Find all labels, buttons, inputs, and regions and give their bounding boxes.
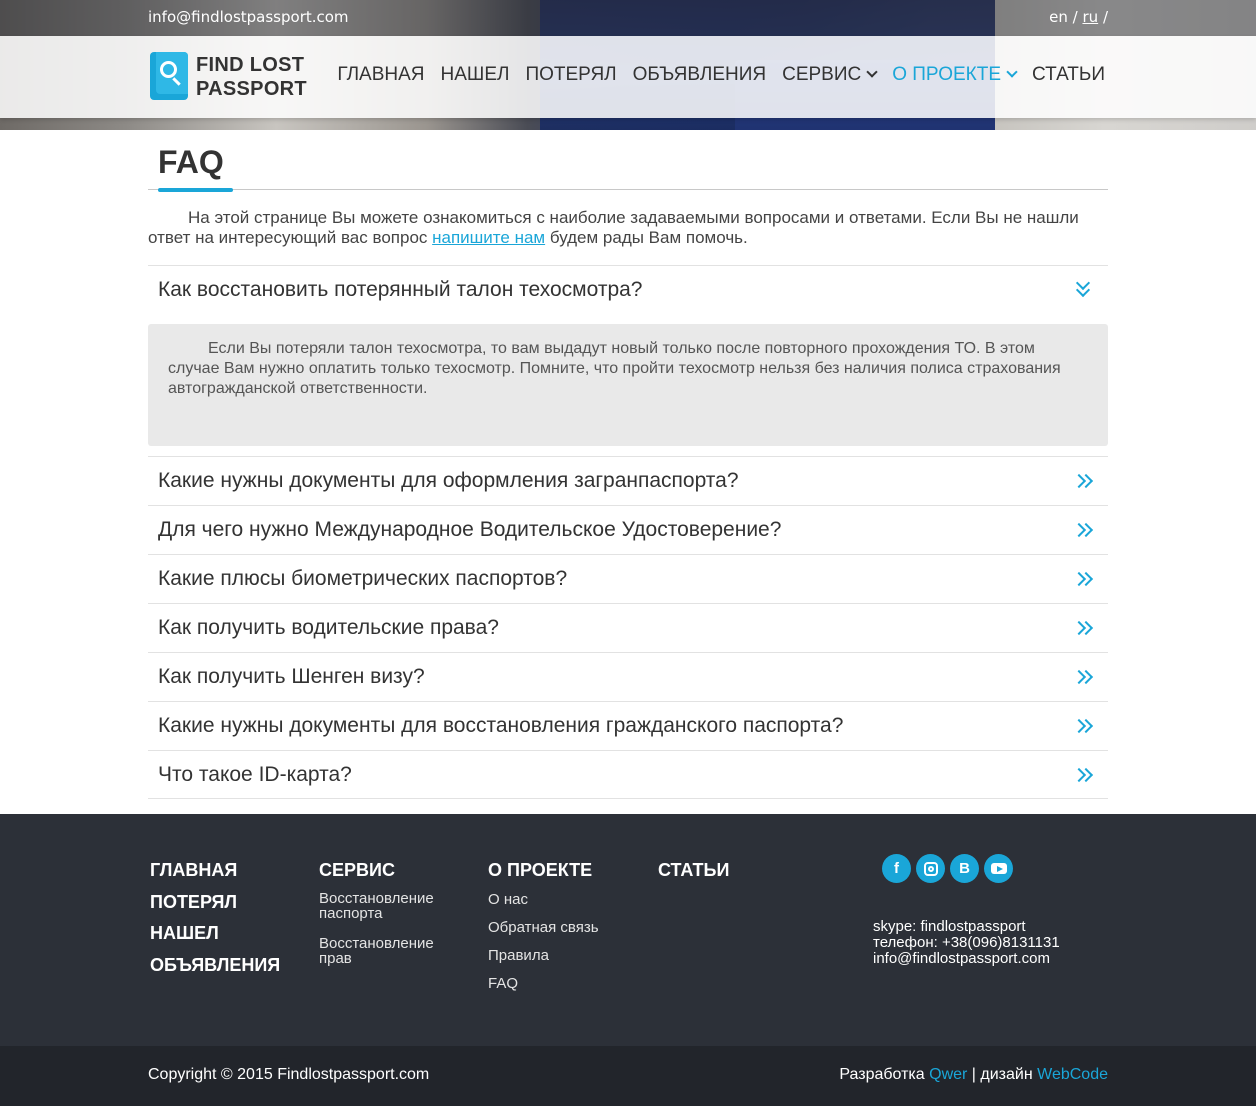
footer-link-lost[interactable]: ПОТЕРЯЛ bbox=[150, 892, 280, 912]
double-chevron-right-icon[interactable] bbox=[1071, 521, 1094, 541]
faq-question: Какие нужны документы для оформления заг… bbox=[158, 469, 739, 492]
lang-separator-2: / bbox=[1102, 8, 1108, 26]
footer-link-rules[interactable]: Правила bbox=[488, 947, 599, 964]
faq-question: Для чего нужно Международное Водительско… bbox=[158, 518, 782, 541]
faq-item[interactable]: Что такое ID-карта? bbox=[148, 750, 1108, 799]
footer-heading-articles[interactable]: СТАТЬИ bbox=[658, 860, 729, 881]
nav-item-lost[interactable]: ПОТЕРЯЛ bbox=[517, 64, 624, 86]
dev-link[interactable]: Qwer bbox=[929, 1066, 967, 1083]
main-navbar: FIND LOST PASSPORT ГЛАВНАЯ НАШЕЛ ПОТЕРЯЛ… bbox=[0, 36, 1256, 118]
footer-link-found[interactable]: НАШЕЛ bbox=[150, 923, 280, 943]
faq-item[interactable]: Как получить Шенген визу? bbox=[148, 652, 1108, 701]
contact-us-link[interactable]: напишите нам bbox=[432, 228, 545, 247]
nav-item-ads[interactable]: ОБЪЯВЛЕНИЯ bbox=[625, 64, 774, 86]
faq-question: Какие нужны документы для восстановления… bbox=[158, 714, 844, 737]
nav-item-home[interactable]: ГЛАВНАЯ bbox=[329, 64, 432, 86]
footer-col-service: СЕРВИС Восстановление паспорта Восстанов… bbox=[319, 860, 449, 981]
contact-phone[interactable]: телефон: +38(096)8131131 bbox=[873, 935, 1060, 951]
double-chevron-right-icon[interactable] bbox=[1071, 472, 1094, 492]
faq-item[interactable]: Какие плюсы биометрических паспортов? bbox=[148, 554, 1108, 603]
dev-label: Разработка bbox=[839, 1066, 925, 1083]
footer-link-license-recovery[interactable]: Восстановление прав bbox=[319, 936, 449, 966]
faq-item[interactable]: Для чего нужно Международное Водительско… bbox=[148, 505, 1108, 554]
faq-item-open[interactable]: Как восстановить потерянный талон техосм… bbox=[148, 265, 1108, 314]
lang-ru-link[interactable]: ru bbox=[1082, 8, 1098, 26]
nav-label: ПОТЕРЯЛ bbox=[525, 64, 617, 85]
page-title-block: FAQ bbox=[148, 130, 1108, 192]
main-nav: ГЛАВНАЯ НАШЕЛ ПОТЕРЯЛ ОБЪЯВЛЕНИЯ СЕРВИС … bbox=[329, 64, 1113, 86]
intro-text: На этой странице Вы можете ознакомиться … bbox=[148, 208, 1108, 248]
faq-answer: Если Вы потеряли талон техосмотра, то ва… bbox=[148, 324, 1108, 446]
double-chevron-right-icon[interactable] bbox=[1071, 717, 1094, 737]
logo-line-1: FIND LOST bbox=[196, 54, 305, 76]
faq-item[interactable]: Как получить водительские права? bbox=[148, 603, 1108, 652]
nav-label: О ПРОЕКТЕ bbox=[892, 64, 1001, 85]
instagram-icon[interactable] bbox=[916, 854, 945, 883]
contact-skype[interactable]: skype: findlostpassport bbox=[873, 919, 1060, 935]
logo-search-icon[interactable] bbox=[150, 52, 188, 100]
contact-email[interactable]: info@findlostpassport.com bbox=[873, 951, 1060, 967]
design-label: дизайн bbox=[980, 1066, 1033, 1083]
faq-question: Какие плюсы биометрических паспортов? bbox=[158, 567, 568, 590]
footer-col-about: О ПРОЕКТЕ О нас Обратная связь Правила F… bbox=[488, 860, 599, 1003]
nav-label: СТАТЬИ bbox=[1032, 64, 1105, 85]
nav-item-service[interactable]: СЕРВИС bbox=[774, 64, 884, 86]
nav-label: ОБЪЯВЛЕНИЯ bbox=[632, 64, 767, 85]
page-title: FAQ bbox=[158, 144, 224, 180]
footer-link-passport-recovery[interactable]: Восстановление паспорта bbox=[319, 891, 449, 921]
faq-question: Что такое ID-карта? bbox=[158, 763, 352, 786]
nav-label: НАШЕЛ bbox=[440, 64, 510, 85]
credits-separator: | bbox=[967, 1066, 981, 1083]
chevron-down-icon bbox=[1006, 66, 1018, 78]
footer-link-feedback[interactable]: Обратная связь bbox=[488, 919, 599, 936]
double-chevron-down-icon[interactable] bbox=[1074, 275, 1094, 298]
copyright-text: Copyright © 2015 Findlostpassport.com bbox=[148, 1066, 430, 1083]
footer-link-about-us[interactable]: О нас bbox=[488, 891, 599, 908]
lang-separator: / bbox=[1072, 8, 1078, 26]
double-chevron-right-icon[interactable] bbox=[1071, 668, 1094, 688]
social-links: f В bbox=[882, 854, 1013, 883]
double-chevron-right-icon[interactable] bbox=[1071, 570, 1094, 590]
double-chevron-right-icon[interactable] bbox=[1071, 766, 1094, 786]
faq-item[interactable]: Какие нужны документы для восстановления… bbox=[148, 701, 1108, 750]
footer-contacts: skype: findlostpassport телефон: +38(096… bbox=[873, 919, 1060, 967]
footer-col-articles: СТАТЬИ bbox=[658, 860, 729, 891]
vk-icon[interactable]: В bbox=[950, 854, 979, 883]
top-bar: info@findlostpassport.com en / ru / bbox=[0, 0, 1256, 36]
nav-item-found[interactable]: НАШЕЛ bbox=[433, 64, 518, 86]
faq-question: Как восстановить потерянный талон техосм… bbox=[158, 278, 643, 301]
footer-link-home[interactable]: ГЛАВНАЯ bbox=[150, 860, 280, 880]
faq-question: Как получить водительские права? bbox=[158, 616, 499, 639]
footer-link-ads[interactable]: ОБЪЯВЛЕНИЯ bbox=[150, 955, 280, 975]
footer-link-faq[interactable]: FAQ bbox=[488, 975, 599, 992]
faq-question: Как получить Шенген визу? bbox=[158, 665, 425, 688]
main-content: FAQ На этой странице Вы можете ознакомит… bbox=[148, 130, 1108, 799]
language-switcher: en / ru / bbox=[1049, 8, 1108, 26]
nav-label: ГЛАВНАЯ bbox=[337, 64, 425, 85]
faq-list: Как восстановить потерянный талон техосм… bbox=[148, 265, 1108, 799]
footer-col-main: ГЛАВНАЯ ПОТЕРЯЛ НАШЕЛ ОБЪЯВЛЕНИЯ bbox=[150, 860, 280, 986]
youtube-icon[interactable] bbox=[984, 854, 1013, 883]
header-hero: info@findlostpassport.com en / ru / FIND… bbox=[0, 0, 1256, 130]
double-chevron-right-icon[interactable] bbox=[1071, 619, 1094, 639]
footer-heading-service[interactable]: СЕРВИС bbox=[319, 860, 449, 881]
nav-label: СЕРВИС bbox=[782, 64, 862, 85]
footer: ГЛАВНАЯ ПОТЕРЯЛ НАШЕЛ ОБЪЯВЛЕНИЯ СЕРВИС … bbox=[0, 814, 1256, 1046]
top-email-link[interactable]: info@findlostpassport.com bbox=[148, 8, 349, 26]
logo-lens-shape bbox=[160, 61, 177, 78]
design-link[interactable]: WebCode bbox=[1037, 1066, 1108, 1083]
logo-line-2: PASSPORT bbox=[196, 78, 307, 100]
credits: Разработка Qwer | дизайн WebCode bbox=[839, 1066, 1108, 1084]
nav-item-articles[interactable]: СТАТЬИ bbox=[1024, 64, 1113, 86]
lang-en-link[interactable]: en bbox=[1049, 8, 1068, 26]
footer-heading-about[interactable]: О ПРОЕКТЕ bbox=[488, 860, 599, 881]
title-underline bbox=[158, 188, 233, 192]
logo-text[interactable]: FIND LOST PASSPORT bbox=[196, 53, 307, 101]
facebook-icon[interactable]: f bbox=[882, 854, 911, 883]
chevron-down-icon bbox=[866, 66, 878, 78]
bottom-bar: Copyright © 2015 Findlostpassport.com Ра… bbox=[0, 1046, 1256, 1106]
faq-item[interactable]: Какие нужны документы для оформления заг… bbox=[148, 456, 1108, 505]
nav-item-about[interactable]: О ПРОЕКТЕ bbox=[884, 64, 1024, 86]
intro-after: будем рады Вам помочь. bbox=[545, 228, 748, 247]
